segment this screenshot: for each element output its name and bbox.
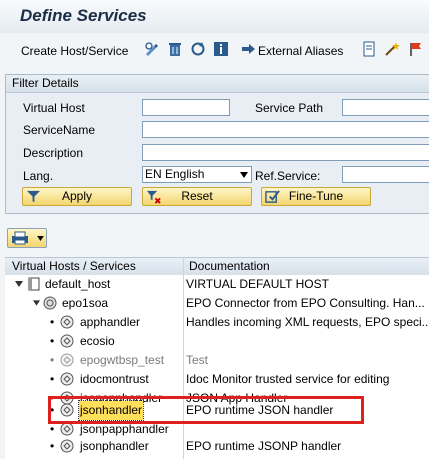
services-tree: default_host VIRTUAL DEFAULT HOST epo1so… <box>5 275 429 459</box>
service-node-icon <box>60 372 74 386</box>
tree-row-name: jsonphandler <box>80 439 149 453</box>
tree-row-doc: Handles incoming XML requests, EPO speci… <box>186 315 429 329</box>
language-label: Lang. <box>23 169 54 183</box>
leaf-bullet: • <box>50 439 55 453</box>
arrow-right-icon <box>242 44 255 54</box>
tree-row-doc: EPO Connector from EPO Consulting. Han..… <box>186 296 425 310</box>
leaf-bullet: • <box>50 315 55 329</box>
tree-row-epogwtbsp-test[interactable]: • epogwtbsp_test Test <box>5 351 429 370</box>
document-icon[interactable] <box>361 41 377 57</box>
tree-row-doc: Test <box>186 353 209 367</box>
service-node-icon <box>60 439 74 453</box>
ref-service-input[interactable] <box>342 166 429 183</box>
external-aliases-button[interactable]: External Aliases <box>258 42 343 60</box>
tree-row-ecosio[interactable]: • ecosio <box>5 332 429 351</box>
tree-row-name: epo1soa <box>62 296 109 310</box>
host-node-icon <box>28 277 40 291</box>
tree-row-doc: EPO runtime JSONP handler <box>186 439 342 453</box>
filter-details-header: Filter Details <box>6 75 429 93</box>
tree-row-name: epogwtbsp_test <box>80 353 165 367</box>
service-name-input[interactable] <box>142 121 429 138</box>
create-host-service-button[interactable]: Create Host/Service <box>21 42 128 60</box>
tree-row-name: idocmontrust <box>80 372 149 386</box>
service-node-icon <box>43 296 57 310</box>
tree-row-default-host[interactable]: default_host VIRTUAL DEFAULT HOST <box>5 275 429 294</box>
column-header-services[interactable]: Virtual Hosts / Services <box>12 258 136 275</box>
printer-icon <box>12 231 28 245</box>
column-header-documentation[interactable]: Documentation <box>189 258 270 275</box>
chevron-down-icon <box>240 172 248 178</box>
delete-icon[interactable] <box>167 41 183 57</box>
tree-row-epo1soa[interactable]: epo1soa EPO Connector from EPO Consultin… <box>5 294 429 313</box>
leaf-bullet: • <box>50 334 55 348</box>
page-title: Define Services <box>20 6 147 25</box>
column-divider <box>183 257 184 459</box>
service-node-icon <box>60 422 74 436</box>
tree-row-doc: Idoc Monitor trusted service for editing <box>186 372 390 386</box>
tree-row-name: ecosio <box>80 334 115 348</box>
chevron-down-icon <box>37 236 44 241</box>
service-node-icon <box>60 334 74 348</box>
description-input[interactable] <box>142 144 429 161</box>
fine-tune-button[interactable]: Fine-Tune <box>261 187 371 206</box>
flag-icon[interactable] <box>408 41 424 57</box>
wizard-icon[interactable] <box>384 41 400 57</box>
description-label: Description <box>23 146 84 160</box>
info-icon[interactable] <box>213 41 229 57</box>
highlight-annotation-box <box>48 396 364 424</box>
ref-service-label: Ref.Service: <box>255 169 321 183</box>
virtual-host-label: Virtual Host <box>23 101 85 115</box>
virtual-host-input[interactable] <box>142 99 230 116</box>
tree-row-name: apphandler <box>80 315 141 329</box>
filter-icon <box>26 190 41 203</box>
leaf-bullet: • <box>50 372 55 386</box>
fine-tune-icon <box>265 190 280 203</box>
application-toolbar: Create Host/Service External Aliases <box>0 37 429 65</box>
filter-details-panel: Filter Details Virtual Host Service Path… <box>5 74 429 214</box>
apply-button[interactable]: Apply <box>22 187 132 206</box>
title-bar: Define Services <box>0 0 429 33</box>
print-menu-button[interactable] <box>7 228 47 248</box>
reset-filter-icon <box>146 190 161 204</box>
reset-button[interactable]: Reset <box>142 187 252 206</box>
refresh-icon[interactable] <box>190 41 206 57</box>
reset-button-label: Reset <box>181 189 213 203</box>
language-select[interactable]: EN English <box>142 166 252 183</box>
display-change-icon[interactable] <box>144 41 160 57</box>
inactive-service-node-icon <box>60 353 74 367</box>
expand-arrow-icon[interactable] <box>15 281 23 287</box>
service-path-label: Service Path <box>255 101 324 115</box>
leaf-bullet: • <box>50 353 55 367</box>
fine-tune-button-label: Fine-Tune <box>288 189 344 203</box>
tree-row-idocmontrust[interactable]: • idocmontrust Idoc Monitor trusted serv… <box>5 370 429 389</box>
service-path-input[interactable] <box>342 99 429 116</box>
service-name-label: ServiceName <box>23 123 96 137</box>
tree-header: Virtual Hosts / Services Documentation <box>5 257 429 276</box>
tree-row-apphandler[interactable]: • apphandler Handles incoming XML reques… <box>5 313 429 332</box>
tree-row-doc: VIRTUAL DEFAULT HOST <box>186 277 329 291</box>
service-node-icon <box>60 315 74 329</box>
language-selected-value: EN English <box>145 167 205 181</box>
expand-arrow-icon[interactable] <box>33 300 40 306</box>
tree-row-jsonphandler[interactable]: • jsonphandler EPO runtime JSONP handler <box>5 437 429 456</box>
tree-row-name: default_host <box>45 277 111 291</box>
apply-button-label: Apply <box>61 189 93 203</box>
